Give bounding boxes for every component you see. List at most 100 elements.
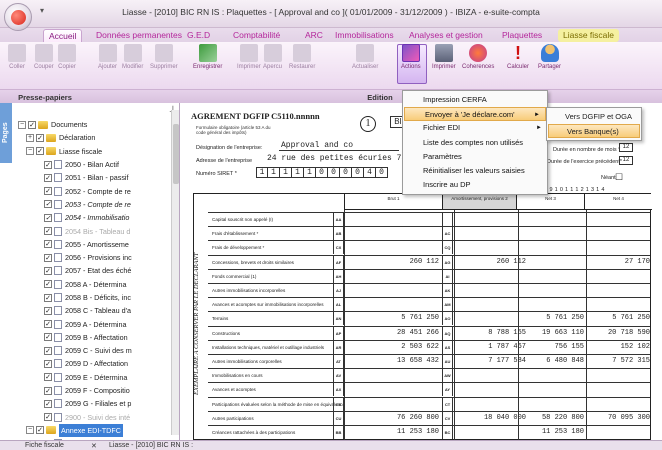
cell-amort[interactable]: 18 040 000: [454, 412, 526, 425]
tab-plaquettes[interactable]: Plaquettes: [497, 29, 547, 42]
tree-checkbox[interactable]: ✓: [44, 227, 52, 236]
tab-accueil[interactable]: Accueil: [43, 29, 83, 42]
tab-donnees-permanentes[interactable]: Données permanentes: [91, 29, 187, 42]
cut-button[interactable]: Couper: [34, 44, 54, 70]
cell-net[interactable]: 6 480 848: [518, 355, 584, 368]
tree-node[interactable]: − ✓ Liasse fiscale: [18, 145, 173, 158]
tree-node[interactable]: ✓ 2059 E - Détermina: [18, 371, 173, 384]
siret-digit[interactable]: 1: [268, 167, 280, 178]
siret-digit[interactable]: 0: [328, 167, 340, 178]
copy-button[interactable]: Copier: [58, 44, 76, 70]
tree-node[interactable]: ✓ 2053 - Compte de re: [18, 198, 173, 211]
siret-field[interactable]: 11111000040: [256, 167, 388, 178]
delete-button[interactable]: Supprimer: [150, 44, 178, 70]
edit-button[interactable]: Modifier: [122, 44, 143, 70]
tree-checkbox[interactable]: ✓: [44, 160, 52, 169]
tree-checkbox[interactable]: ✓: [44, 280, 52, 289]
close-tab-icon[interactable]: ✕: [88, 442, 100, 450]
cell-net[interactable]: 58 220 800: [518, 412, 584, 425]
tree-checkbox[interactable]: ✓: [44, 200, 52, 209]
cell-net-prev[interactable]: 20 718 590: [586, 327, 650, 340]
cell-net[interactable]: 19 663 110: [518, 327, 584, 340]
cell-brut[interactable]: 28 451 266: [344, 327, 439, 340]
siret-digit[interactable]: 0: [376, 167, 388, 178]
tree-scrollbar[interactable]: [171, 110, 179, 435]
tree-checkbox[interactable]: ✓: [28, 120, 36, 129]
tree-checkbox[interactable]: ✓: [44, 386, 52, 395]
cell-net[interactable]: 756 155: [518, 341, 584, 354]
cell-brut[interactable]: 5 761 250: [344, 312, 439, 325]
menu-item[interactable]: Envoyer à 'Je déclare.com' ►: [404, 107, 546, 122]
tree-checkbox[interactable]: ✓: [44, 306, 52, 315]
siret-digit[interactable]: 0: [340, 167, 352, 178]
cell-amort[interactable]: 8 788 155: [454, 327, 526, 340]
tab-ged[interactable]: G.E.D: [182, 29, 215, 42]
tree-node[interactable]: ✓ 2058 A - Détermina: [18, 278, 173, 291]
cell-amort[interactable]: 1 787 467: [454, 341, 526, 354]
tree-checkbox[interactable]: ✓: [44, 253, 52, 262]
submenu-item[interactable]: Vers DGFIP et OGA: [547, 110, 641, 124]
expand-toggle-icon[interactable]: −: [26, 426, 34, 435]
cell-brut[interactable]: 76 260 800: [344, 412, 439, 425]
menu-item[interactable]: Réinitialiser les valeurs saisies: [403, 164, 547, 178]
cell-net-prev[interactable]: 5 761 250: [586, 312, 650, 325]
expand-toggle-icon[interactable]: −: [18, 120, 26, 129]
address-field[interactable]: 24 rue des petites écuries 75: [267, 154, 406, 163]
print-disabled-button[interactable]: Imprimer: [237, 44, 261, 70]
paste-button[interactable]: Coller: [8, 44, 26, 70]
cell-amort[interactable]: 7 177 584: [454, 355, 526, 368]
print-button[interactable]: Imprimer: [432, 44, 456, 70]
menu-item[interactable]: Fichier EDI ►: [403, 121, 547, 135]
coherences-button[interactable]: Coherences: [462, 44, 494, 70]
tree-checkbox[interactable]: ✓: [36, 147, 44, 156]
tree-node[interactable]: ✓ 2059 C - Suivi des m: [18, 344, 173, 357]
tree-checkbox[interactable]: ✓: [44, 213, 52, 222]
preview-button[interactable]: Apercu: [263, 44, 282, 70]
siret-digit[interactable]: 1: [304, 167, 316, 178]
tree-checkbox[interactable]: ✓: [44, 373, 52, 382]
tab-fiche-fiscale[interactable]: Fiche fiscale: [22, 442, 67, 449]
tree-node[interactable]: ✓ 2050 - Bilan Actif: [18, 158, 173, 171]
tab-liasse-fiscale[interactable]: Liasse fiscale: [558, 29, 620, 42]
siret-digit[interactable]: 4: [364, 167, 376, 178]
cell-net[interactable]: 5 761 250: [518, 312, 584, 325]
submenu-item[interactable]: Vers Banque(s): [548, 124, 640, 138]
add-button[interactable]: Ajouter: [98, 44, 117, 70]
tree-node[interactable]: ✓ 2056 - Provisions inc: [18, 251, 173, 264]
siret-digit[interactable]: 0: [316, 167, 328, 178]
tree-node[interactable]: ✓ 2057 - Etat des éché: [18, 264, 173, 277]
tree-checkbox[interactable]: ✓: [44, 187, 52, 196]
tree-node[interactable]: + ✓ Déclaration: [18, 131, 173, 144]
actions-button[interactable]: Actions: [401, 44, 421, 70]
tree-checkbox[interactable]: ✓: [44, 240, 52, 249]
menu-item[interactable]: Impression CERFA: [403, 93, 547, 107]
cell-net-prev[interactable]: 27 170: [586, 256, 650, 269]
tree-node[interactable]: ✓ 2059 B - Affectation: [18, 331, 173, 344]
siret-digit[interactable]: 1: [292, 167, 304, 178]
tree-checkbox[interactable]: ✓: [44, 173, 52, 182]
tree-checkbox[interactable]: ✓: [44, 359, 52, 368]
tree-node[interactable]: ✓ 2054 Bis - Tableau d: [18, 224, 173, 237]
pages-vertical-tab[interactable]: Pages: [0, 103, 12, 163]
tree-checkbox[interactable]: ✓: [36, 133, 44, 142]
cell-amort[interactable]: 260 112: [454, 256, 526, 269]
tree-node[interactable]: ✓ 2059 A - Détermina: [18, 317, 173, 330]
menu-item[interactable]: Liste des comptes non utilisés: [403, 136, 547, 150]
neant-check-icon[interactable]: ☐: [615, 172, 623, 183]
restore-button[interactable]: Restaurer: [289, 44, 315, 70]
menu-item[interactable]: Paramètres: [403, 150, 547, 164]
cell-brut[interactable]: 13 658 432: [344, 355, 439, 368]
tab-comptabilite[interactable]: Comptabilité: [228, 29, 285, 42]
tree-node[interactable]: ✓ 2058 B - Déficits, inc: [18, 291, 173, 304]
tree-checkbox[interactable]: ✓: [44, 266, 52, 275]
tree-node[interactable]: ✓ 2054 - Immobilisatio: [18, 211, 173, 224]
cell-net-prev[interactable]: 152 102: [586, 341, 650, 354]
cell-brut[interactable]: 2 503 622: [344, 341, 439, 354]
expand-toggle-icon[interactable]: −: [26, 147, 34, 156]
duree-prev-field[interactable]: 12: [619, 156, 633, 165]
tab-analyses-gestion[interactable]: Analyses et gestion: [404, 29, 488, 42]
calculate-button[interactable]: ! Calculer: [507, 44, 529, 70]
tree-checkbox[interactable]: ✓: [44, 320, 52, 329]
tab-immobilisations[interactable]: Immobilisations: [330, 29, 399, 42]
refresh-button[interactable]: Actualiser: [352, 44, 378, 70]
